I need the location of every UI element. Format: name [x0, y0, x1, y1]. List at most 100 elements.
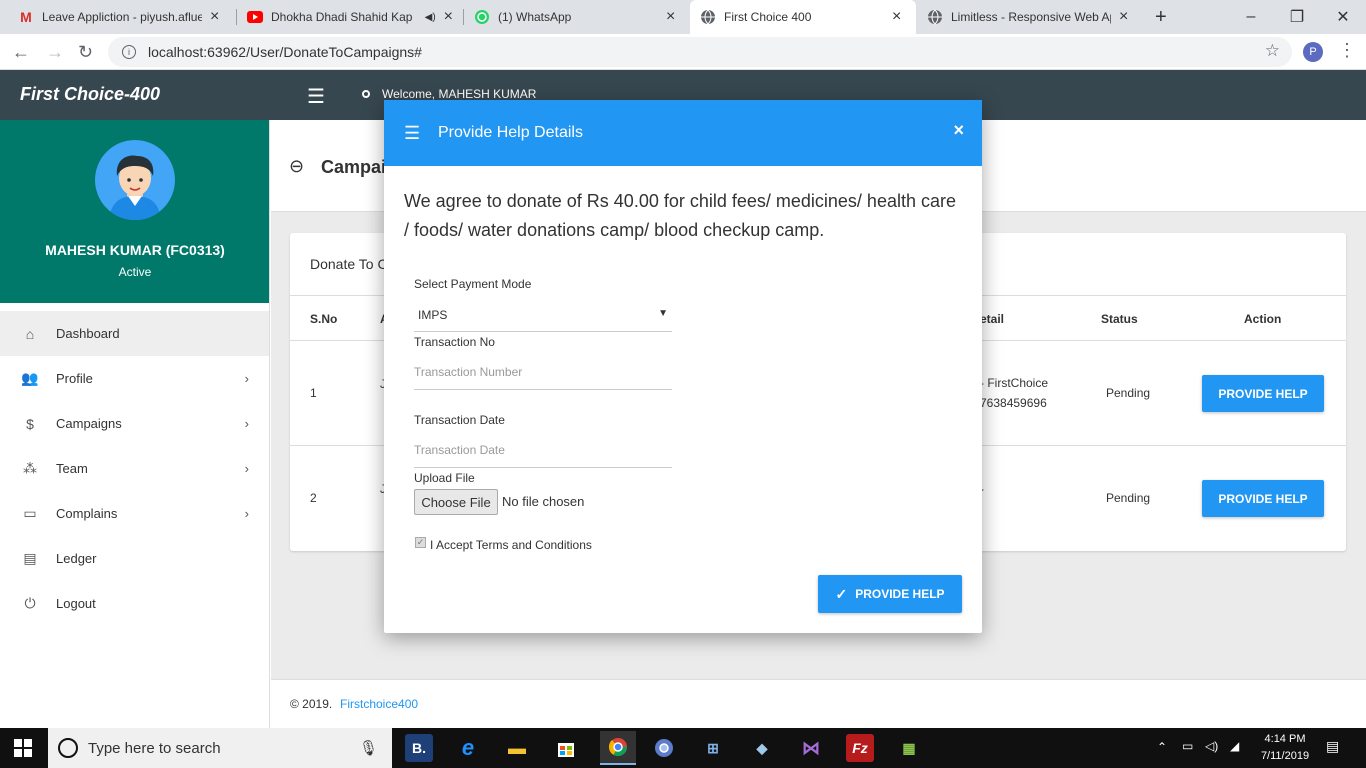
transaction-date-input[interactable]: Transaction Date	[414, 436, 672, 468]
inbox-icon: ▭	[23, 505, 37, 521]
app-b-icon[interactable]: B.	[405, 734, 433, 762]
cell-sno: 1	[310, 386, 317, 400]
profile-avatar[interactable]: P	[1303, 42, 1323, 62]
tab-limitless[interactable]: Limitless - Responsive Web Ap ×	[917, 0, 1143, 34]
windows-start-icon[interactable]	[14, 739, 32, 757]
microphone-icon[interactable]: 🎙	[359, 739, 378, 757]
welcome-text: Welcome, MAHESH KUMAR	[362, 87, 536, 101]
tab-youtube[interactable]: Dhokha Dhadi Shahid Kap ◀) ×	[237, 0, 463, 34]
card-title: Donate To C	[310, 256, 388, 272]
avatar	[95, 140, 175, 220]
url-input[interactable]: i localhost:63962/User/DonateToCampaigns…	[108, 37, 1292, 67]
welcome-label: Welcome, MAHESH KUMAR	[382, 87, 537, 101]
sidebar-item-logout[interactable]: ⏻ Logout	[0, 581, 269, 626]
transaction-date-placeholder: Transaction Date	[414, 443, 505, 457]
sidebar-item-dashboard[interactable]: ⌂ Dashboard	[0, 311, 269, 356]
clock-date: 7/11/2019	[1260, 750, 1310, 762]
volume-icon[interactable]: ◁)	[1205, 739, 1218, 753]
menu-icon: ☰	[404, 123, 421, 143]
forward-arrow-icon[interactable]: →	[46, 42, 64, 63]
page-title: Campai	[321, 157, 387, 177]
maximize-icon[interactable]: ❐	[1274, 0, 1320, 34]
provide-help-submit-button[interactable]: ✓ PROVIDE HELP	[818, 575, 962, 613]
close-tab-icon[interactable]: ×	[892, 8, 901, 26]
modal-title: Provide Help Details	[438, 124, 583, 141]
back-circle-icon[interactable]: ⊖	[289, 156, 304, 177]
cell-detail-phone: 7638459696	[980, 396, 1047, 410]
visual-studio-icon[interactable]: ⋈	[797, 734, 825, 762]
tray-expand-icon[interactable]: ⌃	[1157, 740, 1167, 754]
address-bar: ← → ↻ i localhost:63962/User/DonateToCam…	[0, 34, 1366, 70]
reload-icon[interactable]: ↻	[78, 42, 93, 63]
footer-link[interactable]: Firstchoice400	[340, 697, 418, 711]
chart-app-icon[interactable]: ▦	[895, 734, 923, 762]
brand-logo[interactable]: First Choice-400	[20, 84, 160, 105]
browser-chrome: M Leave Appliction - piyush.aflue × Dhok…	[0, 0, 1366, 70]
provide-help-button[interactable]: PROVIDE HELP	[1202, 375, 1324, 412]
donate-icon: $	[26, 415, 34, 432]
close-tab-icon[interactable]: ×	[444, 8, 453, 26]
minimize-icon[interactable]: –	[1228, 0, 1274, 34]
sidebar-item-campaigns[interactable]: $ Campaigns ›	[0, 401, 269, 446]
tab-gmail[interactable]: M Leave Appliction - piyush.aflue ×	[8, 0, 236, 34]
close-tab-icon[interactable]: ×	[666, 8, 675, 26]
sidebar-item-team[interactable]: ⁂ Team ›	[0, 446, 269, 491]
sidebar-item-ledger[interactable]: ▤ Ledger	[0, 536, 269, 581]
filezilla-icon[interactable]: Fz	[846, 734, 874, 762]
payment-mode-value: IMPS	[418, 308, 448, 322]
power-icon: ⏻	[24, 595, 36, 611]
sidebar-item-label: Profile	[56, 371, 93, 386]
transaction-no-label: Transaction No	[414, 335, 495, 349]
store-icon[interactable]	[552, 734, 580, 762]
donation-message: We agree to donate of Rs 40.00 for child…	[404, 191, 956, 240]
tab-whatsapp[interactable]: (1) WhatsApp ×	[464, 0, 690, 34]
youtube-icon	[247, 9, 263, 25]
network-app-icon[interactable]: ⊞	[699, 734, 727, 762]
url-text: localhost:63962/User/DonateToCampaigns#	[148, 44, 422, 60]
notifications-icon[interactable]: ▤	[1326, 738, 1339, 755]
wifi-icon[interactable]: ◢	[1230, 739, 1239, 753]
provide-help-button[interactable]: PROVIDE HELP	[1202, 480, 1324, 517]
column-header: etail	[980, 312, 1005, 326]
info-icon[interactable]: i	[122, 45, 136, 59]
home-icon: ⌂	[25, 325, 35, 342]
taskbar-search-input[interactable]: Type here to search 🎙	[48, 728, 392, 768]
sidebar-item-label: Logout	[56, 596, 96, 611]
notes-app-icon[interactable]: ◆	[748, 734, 776, 762]
close-icon[interactable]: ×	[953, 120, 964, 141]
tab-first-choice[interactable]: First Choice 400 ×	[690, 0, 916, 34]
footer: © 2019. Firstchoice400	[271, 679, 1366, 728]
circle-icon	[362, 90, 370, 98]
battery-icon[interactable]: ▭	[1182, 739, 1193, 753]
speaker-icon: ◀)	[424, 11, 436, 23]
terms-checkbox[interactable]: ✓	[415, 537, 426, 548]
choose-file-button[interactable]: Choose File	[414, 489, 498, 515]
back-arrow-icon[interactable]: ←	[12, 42, 30, 63]
tab-title: Leave Appliction - piyush.aflue	[42, 10, 202, 24]
gmail-icon: M	[20, 9, 32, 25]
clock-time: 4:14 PM	[1264, 733, 1306, 745]
whatsapp-icon	[474, 9, 490, 25]
file-explorer-icon[interactable]: ▬	[503, 734, 531, 762]
ie-icon[interactable]: e	[454, 734, 482, 762]
chrome-canary-icon[interactable]	[650, 734, 678, 762]
close-window-icon[interactable]: ✕	[1320, 0, 1366, 34]
chrome-icon[interactable]	[600, 731, 636, 765]
sidebar-item-profile[interactable]: 👥 Profile ›	[0, 356, 269, 401]
payment-mode-select[interactable]: IMPS ▼	[414, 302, 672, 332]
system-clock[interactable]: 4:14 PM 7/11/2019	[1255, 731, 1315, 765]
sidebar-item-label: Campaigns	[56, 416, 122, 431]
tab-title: (1) WhatsApp	[498, 10, 572, 24]
hamburger-icon[interactable]: ☰	[307, 84, 325, 109]
tab-title: Dhokha Dhadi Shahid Kap	[271, 10, 413, 24]
check-icon: ✓	[835, 585, 848, 602]
star-icon[interactable]: ☆	[1265, 41, 1280, 61]
more-menu-icon[interactable]: ⋮	[1338, 40, 1356, 61]
sidebar-item-label: Complains	[56, 506, 118, 521]
new-tab-icon[interactable]: +	[1155, 6, 1167, 29]
close-tab-icon[interactable]: ×	[1119, 8, 1128, 26]
column-header: Status	[1101, 312, 1138, 326]
close-tab-icon[interactable]: ×	[210, 8, 219, 26]
sidebar-item-complains[interactable]: ▭ Complains ›	[0, 491, 269, 536]
transaction-no-input[interactable]: Transaction Number	[414, 358, 672, 390]
